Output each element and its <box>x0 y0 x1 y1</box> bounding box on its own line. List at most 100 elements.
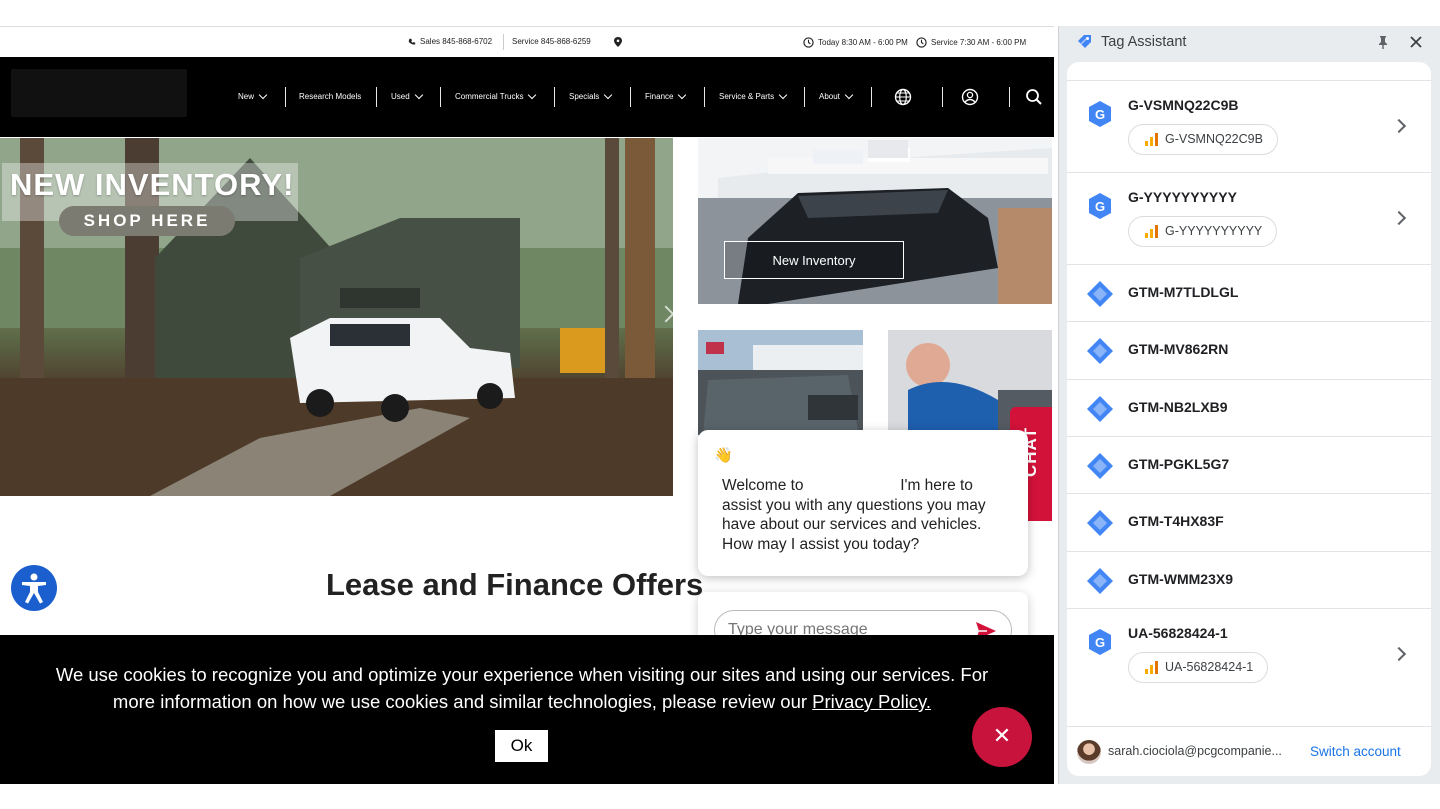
hours-service-text: Service 7:30 AM - 6:00 PM <box>931 38 1027 47</box>
panel-footer: sarah.ciociola@pcgcompanie... Switch acc… <box>1067 726 1431 776</box>
tag-name: GTM-NB2LXB9 <box>1128 399 1228 415</box>
nav-divider <box>804 87 805 107</box>
google-tag-icon: G <box>1089 629 1111 655</box>
new-inventory-tile[interactable] <box>698 138 1052 304</box>
tag-destination-pill[interactable]: UA-56828424-1 <box>1128 652 1269 683</box>
tag-name: UA-56828424-1 <box>1128 625 1228 641</box>
google-tag-icon: G <box>1089 101 1111 127</box>
google-tag-manager-icon <box>1087 510 1113 536</box>
google-tag-manager-icon <box>1087 281 1113 307</box>
nav-divider <box>704 87 705 107</box>
nav-label: About <box>819 92 840 101</box>
avatar <box>1077 740 1101 764</box>
tag-destination-pill[interactable]: G-VSMNQ22C9B <box>1128 124 1278 155</box>
tag-pill-label: G-YYYYYYYYYY <box>1165 224 1263 238</box>
tag-name: G-YYYYYYYYYY <box>1128 189 1237 205</box>
chevron-down-icon <box>778 90 788 99</box>
jeep-tile[interactable] <box>698 330 863 435</box>
tag-name: GTM-WMM23X9 <box>1128 571 1233 587</box>
topbar-divider <box>503 34 504 50</box>
pin-icon[interactable] <box>1375 34 1391 50</box>
tag-row-gtm-pgkl5g7[interactable]: GTM-PGKL5G7 <box>1067 436 1431 493</box>
cookie-text: We use cookies to recognize you and opti… <box>36 661 1008 715</box>
nav-item-specials[interactable]: Specials <box>569 90 613 101</box>
tag-list: G G-VSMNQ22C9B G-VSMNQ22C9B G G-YYYYYYYY… <box>1067 62 1431 726</box>
dealer-logo[interactable] <box>11 69 187 117</box>
nav-item-new[interactable]: New <box>238 90 268 101</box>
svg-text:G: G <box>1095 635 1105 650</box>
switch-account-link[interactable]: Switch account <box>1310 744 1401 759</box>
chevron-down-icon <box>678 90 687 99</box>
clock-icon <box>803 37 814 48</box>
google-tag-manager-icon <box>1087 453 1113 479</box>
new-inventory-label[interactable]: New Inventory <box>724 241 904 279</box>
tag-row-gtm-t4hx83f[interactable]: GTM-T4HX83F <box>1067 493 1431 551</box>
nav-item-research-models[interactable]: Research Models <box>299 92 361 101</box>
nav-item-finance[interactable]: Finance <box>645 90 687 101</box>
nav-item-service-parts[interactable]: Service & Parts <box>719 90 788 101</box>
nav-label: Used <box>391 92 410 101</box>
chat-welcome-bubble: 👋 Welcome to I'm here to assist you with… <box>698 430 1028 576</box>
close-icon[interactable] <box>1407 33 1425 51</box>
nav-label: Specials <box>569 92 600 101</box>
user-account-icon[interactable] <box>960 87 980 107</box>
nav-item-about[interactable]: About <box>819 90 854 101</box>
google-tag-icon: G <box>1089 193 1111 219</box>
tag-name: G-VSMNQ22C9B <box>1128 97 1239 113</box>
chat-welcome-message: Welcome to I'm here to assist you with a… <box>722 476 1012 554</box>
nav-label: Service & Parts <box>719 92 775 101</box>
jeep-photo <box>698 330 863 435</box>
tag-row-ua-56828424-1[interactable]: G UA-56828424-1 UA-56828424-1 <box>1067 608 1431 726</box>
tag-row-g-yyyyyyyyyy[interactable]: G G-YYYYYYYYYY G-YYYYYYYYYY <box>1067 172 1431 264</box>
svg-text:G: G <box>1095 199 1105 214</box>
nav-item-commercial-trucks[interactable]: Commercial Trucks <box>455 90 537 101</box>
hours-service[interactable]: Service 7:30 AM - 6:00 PM <box>916 37 1026 48</box>
dealership-photo <box>698 138 1052 304</box>
hours-today[interactable]: Today 8:30 AM - 6:00 PM <box>803 37 908 48</box>
redacted-dealer-name <box>807 478 896 493</box>
location-link[interactable] <box>614 37 622 47</box>
chevron-right-icon <box>1391 210 1407 226</box>
search-icon[interactable] <box>1024 87 1044 107</box>
close-icon: ✕ <box>992 723 1012 748</box>
account-email: sarah.ciociola@pcgcompanie... <box>1108 744 1282 758</box>
hours-today-text: Today 8:30 AM - 6:00 PM <box>818 38 908 47</box>
shop-here-button[interactable]: SHOP HERE <box>59 206 235 236</box>
tag-row-g-vsmnq22c9b[interactable]: G G-VSMNQ22C9B G-VSMNQ22C9B <box>1067 80 1431 172</box>
nav-divider <box>942 87 943 107</box>
chevron-down-icon <box>414 90 423 99</box>
tag-row-gtm-nb2lxb9[interactable]: GTM-NB2LXB9 <box>1067 379 1431 436</box>
privacy-policy-link[interactable]: Privacy Policy. <box>812 691 931 712</box>
tag-pill-label: UA-56828424-1 <box>1165 660 1254 674</box>
nav-divider <box>1009 87 1010 107</box>
cookie-ok-button[interactable]: Ok <box>495 730 548 762</box>
cookie-banner: We use cookies to recognize you and opti… <box>0 635 1054 784</box>
google-tag-manager-icon <box>1087 568 1113 594</box>
nav-item-used[interactable]: Used <box>391 90 423 101</box>
sales-phone-link[interactable]: Sales 845-868-6702 <box>408 37 492 46</box>
tag-name: GTM-T4HX83F <box>1128 513 1224 529</box>
panel-title: Tag Assistant <box>1101 34 1187 50</box>
nav-label: Commercial Trucks <box>455 92 524 101</box>
nav-label: Finance <box>645 92 674 101</box>
accessibility-button[interactable] <box>11 565 57 611</box>
nav-divider <box>554 87 555 107</box>
chevron-down-icon <box>844 90 854 99</box>
close-chat-button[interactable]: ✕ <box>972 707 1032 767</box>
analytics-bars-icon <box>1145 225 1158 238</box>
dealer-website: Sales 845-868-6702 Service 845-868-6259 … <box>0 26 1054 784</box>
tag-destination-pill[interactable]: G-YYYYYYYYYY <box>1128 216 1278 247</box>
map-pin-icon <box>614 37 622 47</box>
nav-divider <box>376 87 377 107</box>
tag-row-gtm-mv862rn[interactable]: GTM-MV862RN <box>1067 321 1431 379</box>
hero-banner[interactable]: NEW INVENTORY! SHOP HERE <box>0 138 673 496</box>
nav-label: New <box>238 92 255 101</box>
nav-label: Research Models <box>299 92 362 101</box>
service-phone-link[interactable]: Service 845-868-6259 <box>512 37 591 46</box>
hero-title: NEW INVENTORY! <box>10 167 295 202</box>
tag-row-gtm-wmm23x9[interactable]: GTM-WMM23X9 <box>1067 551 1431 608</box>
globe-icon[interactable] <box>893 87 913 107</box>
tag-name: GTM-PGKL5G7 <box>1128 456 1230 472</box>
tag-row-gtm-m7tldlgl[interactable]: GTM-M7TLDLGL <box>1067 264 1431 321</box>
chevron-down-icon <box>258 90 268 99</box>
